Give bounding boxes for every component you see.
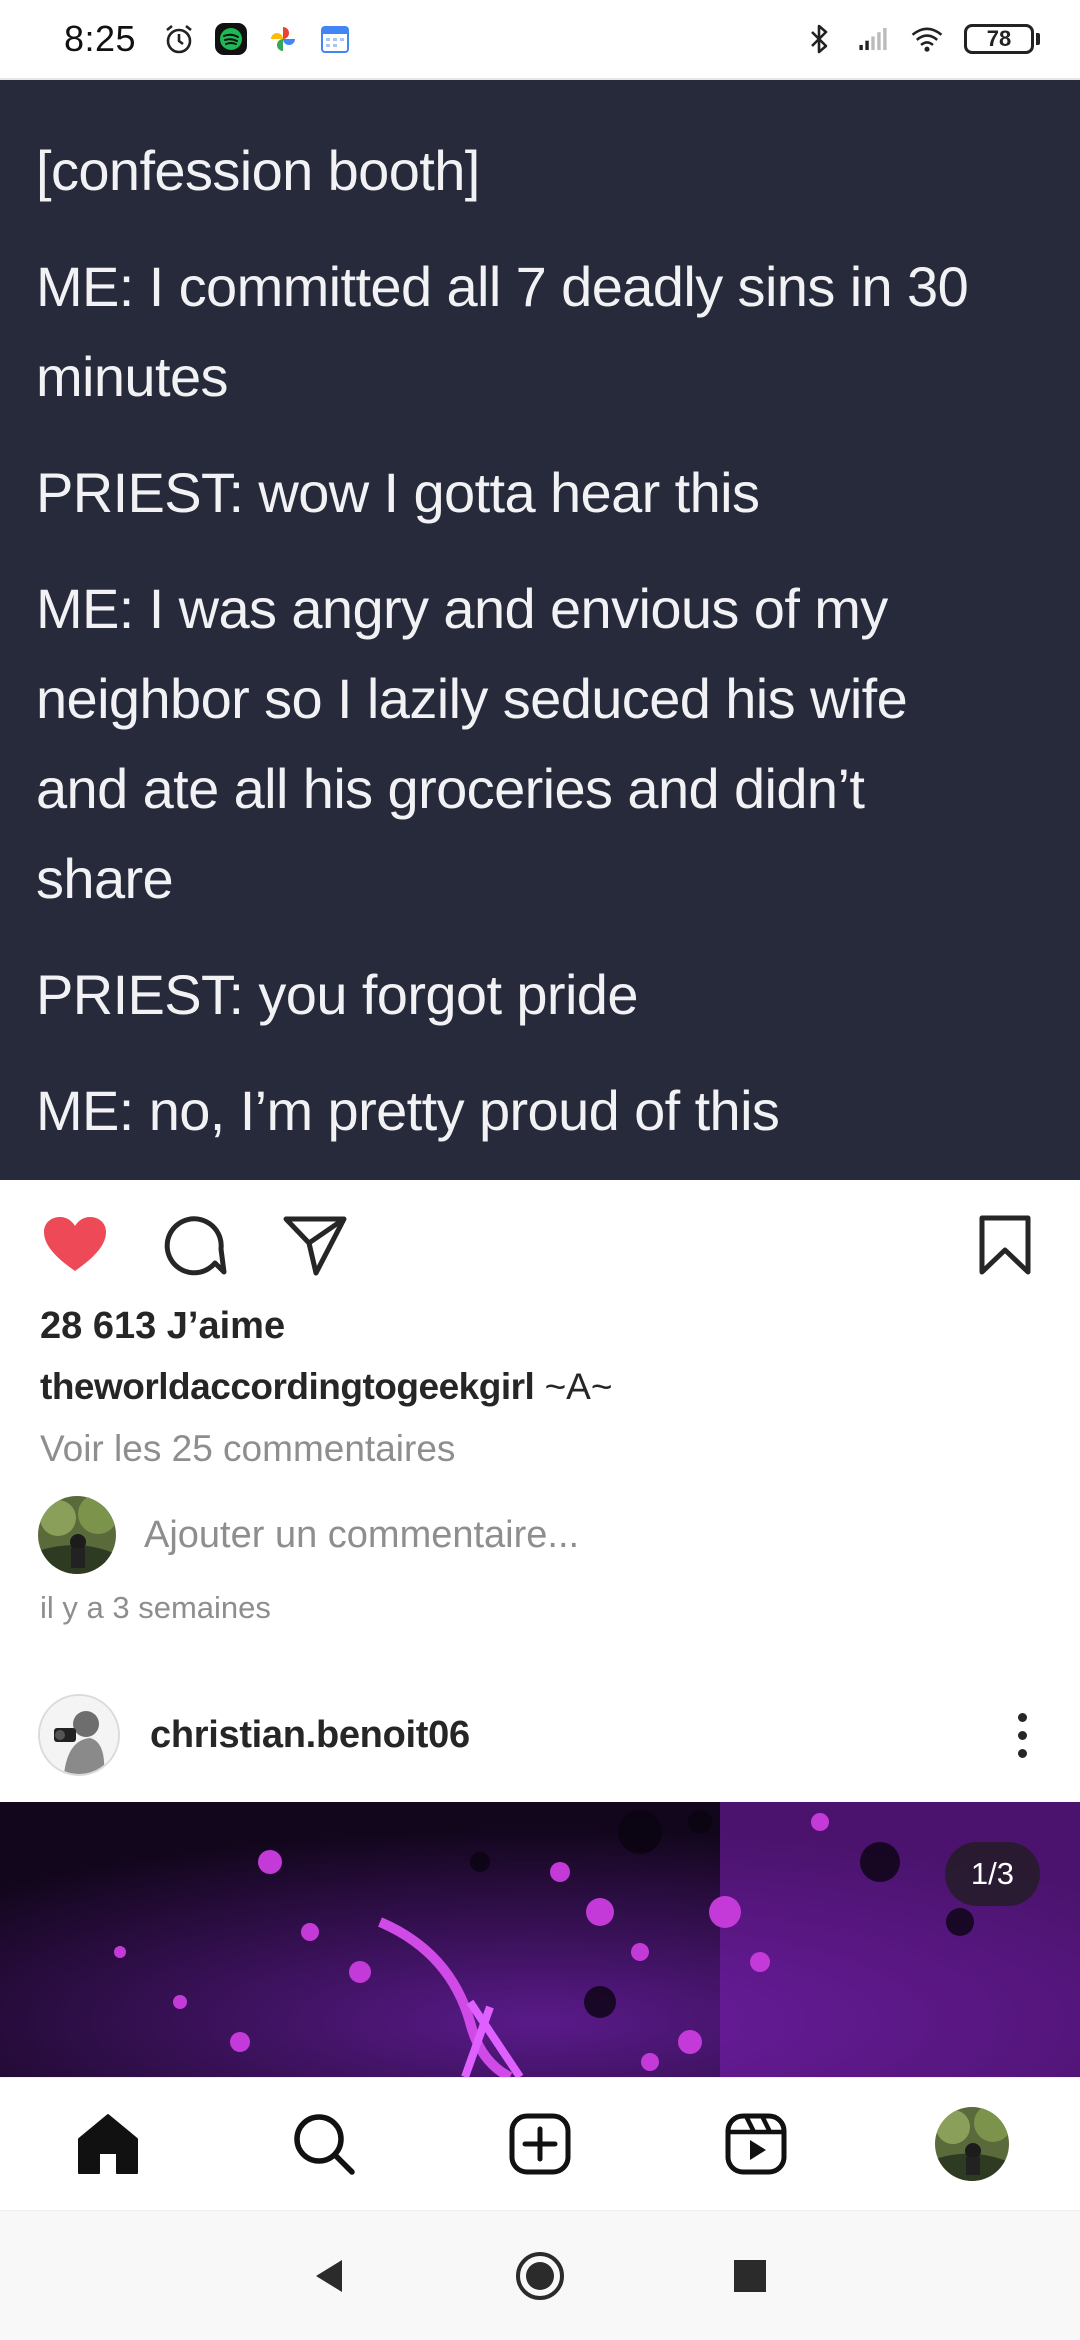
avatar: [38, 1496, 116, 1574]
send-icon: [283, 1216, 347, 1276]
bookmark-icon: [979, 1215, 1031, 1275]
nav-profile[interactable]: [934, 2106, 1010, 2182]
next-post-artwork: [0, 1802, 1080, 2077]
more-options-button[interactable]: [1002, 1700, 1042, 1770]
spotify-icon: [214, 22, 248, 56]
post-text-line: PRIEST: you forgot pride: [36, 963, 639, 1026]
wifi-icon: [910, 22, 944, 56]
post-text-line: PRIEST: wow I gotta hear this: [36, 461, 760, 524]
carousel-page-indicator: 1/3: [944, 1842, 1040, 1906]
post-image[interactable]: [confession booth] ME: I committed all 7…: [0, 80, 1080, 1180]
caption-username[interactable]: theworldaccordingtogeekgirl: [40, 1366, 535, 1407]
post-text-line: neighbor so I lazily seduced his wife: [36, 667, 908, 730]
post-actions: [0, 1200, 1080, 1290]
post-text-line: ME: no, I’m pretty proud of this: [36, 1079, 780, 1142]
system-status-icons: 78: [802, 22, 1040, 56]
view-comments-link[interactable]: Voir les 25 commentaires: [40, 1428, 455, 1470]
nav-search[interactable]: [286, 2106, 362, 2182]
share-button[interactable]: [280, 1210, 350, 1280]
system-recents-button[interactable]: [720, 2246, 780, 2306]
add-comment-input[interactable]: [144, 1513, 844, 1557]
like-button[interactable]: [40, 1210, 110, 1280]
battery-icon: 78: [964, 24, 1040, 54]
more-dot-icon: [1017, 1712, 1027, 1722]
more-dot-icon: [1017, 1748, 1027, 1758]
next-post-header: christian.benoit06: [0, 1690, 1080, 1780]
calendar-icon: [318, 22, 352, 56]
post-text-line: and ate all his groceries and didn’t: [36, 757, 865, 820]
post-text-line: [confession booth]: [36, 139, 480, 202]
comment-button[interactable]: [160, 1210, 230, 1280]
bluetooth-icon: [802, 22, 836, 56]
post-caption: theworldaccordingtogeekgirl ~A~: [40, 1366, 612, 1408]
reels-icon: [725, 2113, 787, 2175]
next-post-username[interactable]: christian.benoit06: [150, 1714, 470, 1757]
signal-icon: [856, 22, 890, 56]
system-home-button[interactable]: [510, 2246, 570, 2306]
home-icon: [78, 2114, 138, 2174]
post-timestamp: il y a 3 semaines: [40, 1590, 271, 1625]
back-triangle-icon: [316, 2259, 342, 2292]
comment-icon: [164, 1216, 227, 1276]
search-icon: [294, 2114, 355, 2175]
post-text-line: share: [36, 847, 174, 910]
post-text-line: ME: I committed all 7 deadly sins in 30: [36, 255, 969, 318]
save-button[interactable]: [970, 1210, 1040, 1280]
profile-avatar: [935, 2107, 1009, 2181]
nav-home[interactable]: [70, 2106, 146, 2182]
system-navigation-bar: [0, 2210, 1080, 2340]
status-bar: 8:25 78: [0, 0, 1080, 78]
next-post-image[interactable]: 1/3: [0, 1802, 1080, 2077]
battery-level: 78: [964, 24, 1034, 54]
avatar[interactable]: [38, 1694, 120, 1776]
home-circle-icon: [516, 2251, 564, 2300]
alarm-icon: [162, 22, 196, 56]
notification-icons: [162, 22, 352, 56]
recents-square-icon: [734, 2259, 766, 2292]
post-text-line: minutes: [36, 345, 228, 408]
add-comment-row: [38, 1496, 844, 1574]
bottom-navigation: [0, 2077, 1080, 2210]
google-photos-icon: [266, 22, 300, 56]
nav-reels[interactable]: [718, 2106, 794, 2182]
create-icon: [509, 2113, 571, 2175]
likes-count[interactable]: 28 613 J’aime: [40, 1305, 285, 1348]
more-dot-icon: [1017, 1730, 1027, 1740]
heart-icon: [44, 1217, 106, 1271]
post-text-line: ME: I was angry and envious of my: [36, 577, 888, 640]
caption-text: ~A~: [534, 1366, 613, 1407]
status-time: 8:25: [64, 18, 137, 59]
system-back-button[interactable]: [300, 2246, 360, 2306]
nav-create[interactable]: [502, 2106, 578, 2182]
